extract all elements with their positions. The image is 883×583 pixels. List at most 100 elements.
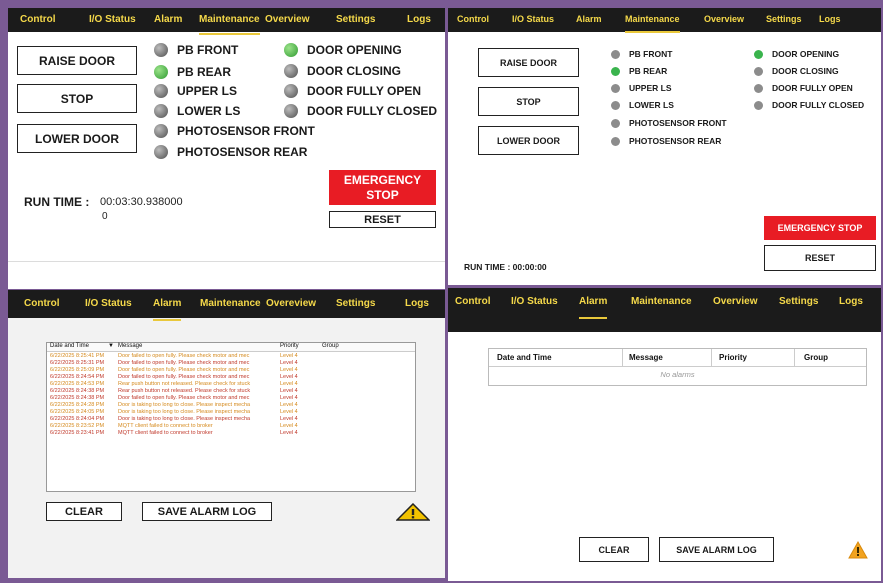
alarm-priority-cell: Level 4 xyxy=(280,381,298,387)
tab-maintenance[interactable]: Maintenance xyxy=(200,290,261,318)
tab-control[interactable]: Control xyxy=(24,290,60,318)
tab-io-status[interactable]: I/O Status xyxy=(85,290,132,318)
alarm-message-cell: Door is taking too long to close. Please… xyxy=(118,402,251,408)
alarm-table-header: Date and Time ▼ Message Priority Group xyxy=(47,343,415,352)
table-row[interactable]: 6/22/2025 8:24:54 PM Door failed to open … xyxy=(47,374,415,381)
lower-ls-indicator: LOWER LS xyxy=(611,99,674,111)
alarm-time-cell: 6/22/2025 8:25:41 PM xyxy=(50,353,105,359)
lower-door-button[interactable]: LOWER DOOR xyxy=(17,124,137,153)
tab-maintenance[interactable]: Maintenance xyxy=(199,8,260,35)
tab-settings[interactable]: Settings xyxy=(336,290,375,318)
door-closing-indicator: DOOR CLOSING xyxy=(284,63,401,79)
tab-control[interactable]: Control xyxy=(455,288,491,316)
door-opening-led-icon xyxy=(284,43,298,57)
emergency-stop-button[interactable]: EMERGENCY STOP xyxy=(329,170,436,205)
column-message[interactable]: Message xyxy=(118,343,142,349)
upper-ls-led-icon xyxy=(611,83,620,93)
column-date-time[interactable]: Date and Time xyxy=(50,343,89,349)
stop-button[interactable]: STOP xyxy=(17,84,137,113)
pb-front-led-icon xyxy=(154,43,168,57)
table-row[interactable]: 6/22/2025 8:23:41 PM MQTT client failed t… xyxy=(47,430,415,437)
sort-down-icon[interactable]: ▼ xyxy=(108,343,114,349)
tab-logs[interactable]: Logs xyxy=(405,290,429,318)
tab-logs[interactable]: Logs xyxy=(407,8,431,32)
clear-button[interactable]: CLEAR xyxy=(46,502,122,521)
reset-button[interactable]: RESET xyxy=(329,211,436,228)
tab-alarm[interactable]: Alarm xyxy=(576,8,602,30)
alarm-priority-cell: Level 4 xyxy=(280,395,298,401)
alarm-message-cell: Door failed to open fully. Please check … xyxy=(118,360,250,366)
tab-io-status[interactable]: I/O Status xyxy=(511,288,558,316)
door-fully-closed-led-icon xyxy=(754,100,763,110)
alarm-priority-cell: Level 4 xyxy=(280,388,298,394)
tab-logs[interactable]: Logs xyxy=(839,288,863,316)
alarm-priority-cell: Level 4 xyxy=(280,367,298,373)
pb-rear-led-icon xyxy=(611,66,620,76)
save-alarm-log-button[interactable]: SAVE ALARM LOG xyxy=(142,502,272,521)
table-row[interactable]: 6/22/2025 8:24:28 PM Door is taking too l… xyxy=(47,402,415,409)
tab-alarm[interactable]: Alarm xyxy=(579,288,608,319)
table-row[interactable]: 6/22/2025 8:24:38 PM Rear push button not… xyxy=(47,388,415,395)
stop-button[interactable]: STOP xyxy=(478,87,579,116)
door-fully-open-led-icon xyxy=(284,84,298,98)
table-row[interactable]: 6/22/2025 8:24:04 PM Door is taking too l… xyxy=(47,416,415,423)
tab-overview[interactable]: Overview xyxy=(265,8,309,32)
lower-door-button[interactable]: LOWER DOOR xyxy=(478,126,579,155)
photosensor-front-indicator: PHOTOSENSOR FRONT xyxy=(611,117,727,129)
alarm-time-cell: 6/22/2025 8:25:09 PM xyxy=(50,367,105,373)
table-row[interactable]: 6/22/2025 8:25:09 PM Door failed to open … xyxy=(47,367,415,374)
alarm-message-cell: Door failed to open fully. Please check … xyxy=(118,374,250,380)
table-row[interactable]: 6/22/2025 8:24:38 PM Door failed to open … xyxy=(47,395,415,402)
run-time-value: 00:03:30.938000 xyxy=(100,196,183,208)
photosensor-front-led-icon xyxy=(154,124,168,138)
alarm-table: Date and Time ▼ Message Priority Group 6… xyxy=(46,342,416,492)
pb-front-indicator: PB FRONT xyxy=(611,48,672,60)
tab-io-status[interactable]: I/O Status xyxy=(89,8,136,32)
warning-icon xyxy=(848,541,868,559)
tab-overview[interactable]: Overview xyxy=(713,288,757,316)
alarm-message-cell: Door failed to open fully. Please check … xyxy=(118,367,250,373)
table-row[interactable]: 6/22/2025 8:23:52 PM MQTT client failed t… xyxy=(47,423,415,430)
run-time-subvalue: 0 xyxy=(102,211,108,222)
column-date-time[interactable]: Date and Time xyxy=(497,353,552,362)
column-priority[interactable]: Priority xyxy=(280,343,299,349)
lower-ls-indicator: LOWER LS xyxy=(154,103,240,119)
table-row[interactable]: 6/22/2025 8:24:53 PM Rear push button not… xyxy=(47,381,415,388)
alarm-priority-cell: Level 4 xyxy=(280,423,298,429)
pb-rear-indicator: PB REAR xyxy=(154,64,231,80)
save-alarm-log-button[interactable]: SAVE ALARM LOG xyxy=(659,537,774,562)
lower-ls-led-icon xyxy=(611,100,620,110)
door-opening-led-icon xyxy=(754,49,763,59)
alarm-priority-cell: Level 4 xyxy=(280,409,298,415)
column-message[interactable]: Message xyxy=(629,353,663,362)
tab-settings[interactable]: Settings xyxy=(766,8,802,30)
column-priority[interactable]: Priority xyxy=(719,353,747,362)
tab-overview[interactable]: Overeview xyxy=(266,290,316,318)
tab-alarm[interactable]: Alarm xyxy=(154,8,182,32)
tab-settings[interactable]: Settings xyxy=(336,8,375,32)
column-group[interactable]: Group xyxy=(322,343,339,349)
photosensor-rear-indicator: PHOTOSENSOR REAR xyxy=(611,135,721,147)
tab-io-status[interactable]: I/O Status xyxy=(512,8,554,30)
upper-ls-led-icon xyxy=(154,84,168,98)
clear-button[interactable]: CLEAR xyxy=(579,537,649,562)
table-row[interactable]: 6/22/2025 8:25:41 PM Door failed to open … xyxy=(47,353,415,360)
tab-maintenance[interactable]: Maintenance xyxy=(631,288,692,316)
tab-overview[interactable]: Overview xyxy=(704,8,744,30)
table-row[interactable]: 6/22/2025 8:25:31 PM Door failed to open … xyxy=(47,360,415,367)
tab-settings[interactable]: Settings xyxy=(779,288,818,316)
reset-button[interactable]: RESET xyxy=(764,245,876,271)
tab-maintenance[interactable]: Maintenance xyxy=(625,8,680,33)
emergency-stop-button[interactable]: EMERGENCY STOP xyxy=(764,216,876,240)
raise-door-button[interactable]: RAISE DOOR xyxy=(17,46,137,75)
tab-alarm[interactable]: Alarm xyxy=(153,290,182,321)
alarm-message-cell: MQTT client failed to connect to broker xyxy=(118,423,213,429)
raise-door-button[interactable]: RAISE DOOR xyxy=(478,48,579,77)
alarm-time-cell: 6/22/2025 8:23:52 PM xyxy=(50,423,105,429)
column-group[interactable]: Group xyxy=(804,353,828,362)
tab-control[interactable]: Control xyxy=(20,8,56,32)
maintenance-panel-compact: Control I/O Status Alarm Maintenance Ove… xyxy=(448,8,881,285)
table-row[interactable]: 6/22/2025 8:24:05 PM Door is taking too l… xyxy=(47,409,415,416)
tab-control[interactable]: Control xyxy=(457,8,489,30)
tab-logs[interactable]: Logs xyxy=(819,8,841,30)
